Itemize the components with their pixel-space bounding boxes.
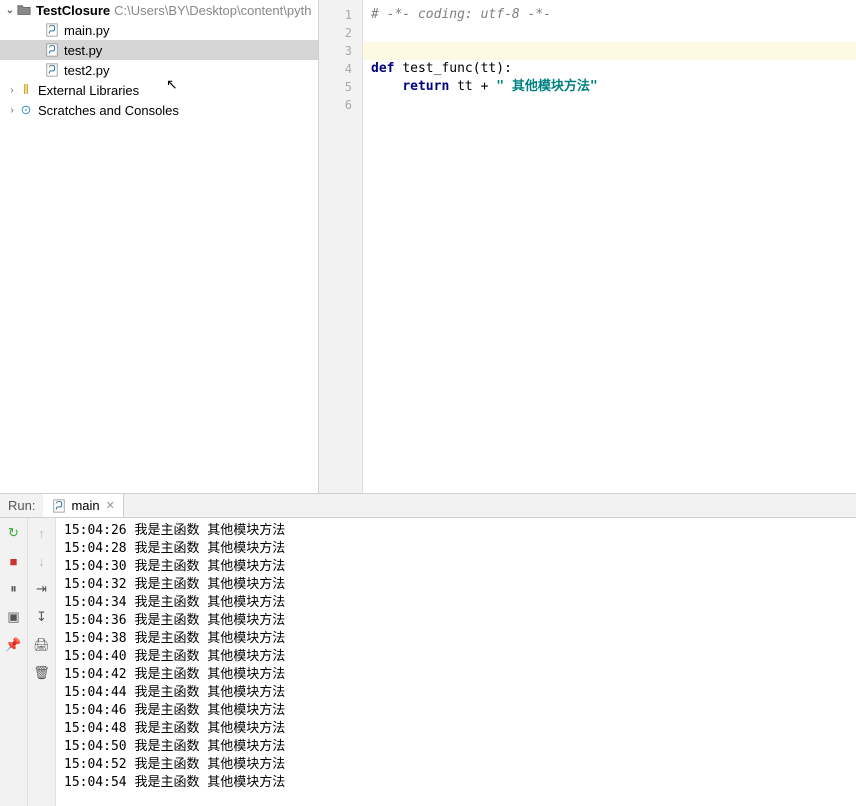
chevron-down-icon[interactable]: ⌄ xyxy=(4,5,16,16)
code-line[interactable] xyxy=(371,96,856,114)
code-line[interactable] xyxy=(371,24,856,42)
trash-button[interactable]: 🗑 xyxy=(33,664,51,682)
external-libraries[interactable]: ›⫴ External Libraries xyxy=(0,80,318,100)
console-line: 15:04:48 我是主函数 其他模块方法 xyxy=(64,720,848,738)
code-line[interactable]: # -*- coding: utf-8 -*- xyxy=(371,6,856,24)
rerun-button[interactable]: ↻ xyxy=(5,524,23,542)
editor-gutter: 123456 xyxy=(319,0,363,493)
pin-button[interactable]: 📌 xyxy=(5,636,23,654)
line-number: 1 xyxy=(319,6,362,24)
tree-file-test2-py[interactable]: test2.py xyxy=(0,60,318,80)
file-label: main.py xyxy=(64,23,110,38)
layout-button[interactable]: ▣ xyxy=(5,608,23,626)
line-number: 5 xyxy=(319,78,362,96)
root-path: C:\Users\BY\Desktop\content\pyth xyxy=(114,3,311,18)
close-icon[interactable]: ✕ xyxy=(106,499,115,512)
console-line: 15:04:54 我是主函数 其他模块方法 xyxy=(64,774,848,792)
stop-button[interactable]: ■ xyxy=(5,552,23,570)
project-tree[interactable]: ⌄ TestClosure C:\Users\BY\Desktop\content\… xyxy=(0,0,319,493)
console-line: 15:04:46 我是主函数 其他模块方法 xyxy=(64,702,848,720)
line-number: 3 xyxy=(319,42,362,60)
run-tab-main[interactable]: main ✕ xyxy=(43,494,123,517)
down-button[interactable]: ↓ xyxy=(33,552,51,570)
console-line: 15:04:28 我是主函数 其他模块方法 xyxy=(64,540,848,558)
run-toolbar-left: ↻ ■ ⏸ ▣ 📌 xyxy=(0,518,28,806)
scratches-label: Scratches and Consoles xyxy=(38,103,179,118)
run-toolbar-right: ↑ ↓ ⇥ ↧ 🖨 🗑 xyxy=(28,518,56,806)
scratch-icon: ⊙ xyxy=(18,102,34,118)
python-file-icon xyxy=(44,22,60,38)
console-line: 15:04:26 我是主函数 其他模块方法 xyxy=(64,522,848,540)
up-button[interactable]: ↑ xyxy=(33,524,51,542)
line-number: 4 xyxy=(319,60,362,78)
folder-icon xyxy=(16,2,32,18)
python-file-icon xyxy=(44,42,60,58)
print-button[interactable]: 🖨 xyxy=(33,636,51,654)
scroll-button[interactable]: ↧ xyxy=(33,608,51,626)
console-output[interactable]: 15:04:26 我是主函数 其他模块方法15:04:28 我是主函数 其他模块… xyxy=(56,518,856,806)
python-file-icon xyxy=(44,62,60,78)
console-line: 15:04:42 我是主函数 其他模块方法 xyxy=(64,666,848,684)
code-editor[interactable]: 123456 # -*- coding: utf-8 -*- def test_f… xyxy=(319,0,856,493)
code-line[interactable]: def test_func(tt): xyxy=(371,60,856,78)
console-line: 15:04:50 我是主函数 其他模块方法 xyxy=(64,738,848,756)
external-label: External Libraries xyxy=(38,83,139,98)
console-line: 15:04:52 我是主函数 其他模块方法 xyxy=(64,756,848,774)
chevron-right-icon[interactable]: › xyxy=(6,85,18,96)
library-icon: ⫴ xyxy=(18,82,34,98)
run-label: Run: xyxy=(0,498,43,513)
run-tab-bar: Run: main ✕ xyxy=(0,494,856,518)
console-line: 15:04:32 我是主函数 其他模块方法 xyxy=(64,576,848,594)
console-line: 15:04:38 我是主函数 其他模块方法 xyxy=(64,630,848,648)
code-area[interactable]: # -*- coding: utf-8 -*- def test_func(tt)… xyxy=(363,0,856,493)
line-number: 6 xyxy=(319,96,362,114)
tree-root[interactable]: ⌄ TestClosure C:\Users\BY\Desktop\content\… xyxy=(0,0,318,20)
console-line: 15:04:30 我是主函数 其他模块方法 xyxy=(64,558,848,576)
code-line[interactable] xyxy=(363,42,856,60)
code-line[interactable]: return tt + " 其他模块方法" xyxy=(371,78,856,96)
console-line: 15:04:36 我是主函数 其他模块方法 xyxy=(64,612,848,630)
line-number: 2 xyxy=(319,24,362,42)
tree-file-main-py[interactable]: main.py xyxy=(0,20,318,40)
pause-button[interactable]: ⏸ xyxy=(5,580,23,598)
wrap-button[interactable]: ⇥ xyxy=(33,580,51,598)
file-label: test.py xyxy=(64,43,102,58)
scratches-consoles[interactable]: ›⊙ Scratches and Consoles xyxy=(0,100,318,120)
console-line: 15:04:40 我是主函数 其他模块方法 xyxy=(64,648,848,666)
run-tab-label: main xyxy=(71,498,99,513)
chevron-right-icon[interactable]: › xyxy=(6,105,18,116)
console-line: 15:04:44 我是主函数 其他模块方法 xyxy=(64,684,848,702)
file-label: test2.py xyxy=(64,63,110,78)
root-label: TestClosure xyxy=(36,3,110,18)
console-line: 15:04:34 我是主函数 其他模块方法 xyxy=(64,594,848,612)
tree-file-test-py[interactable]: test.py xyxy=(0,40,318,60)
python-file-icon xyxy=(51,498,67,514)
